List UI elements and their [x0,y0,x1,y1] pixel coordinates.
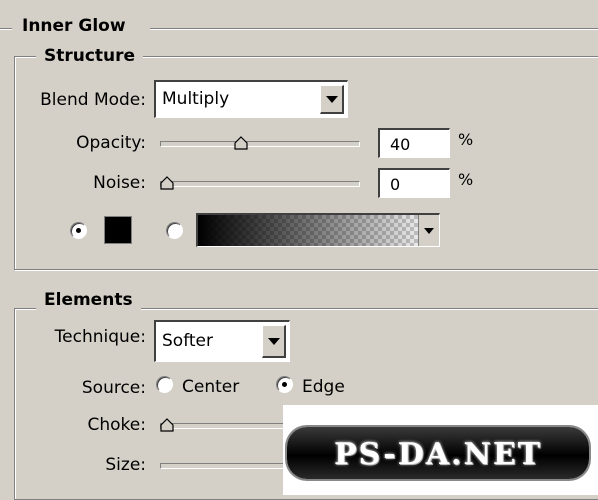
gradient-radio[interactable] [166,222,183,239]
chevron-down-icon[interactable] [418,215,439,246]
opacity-label: Opacity: [76,133,146,153]
choke-slider-thumb[interactable] [160,418,174,432]
glow-color-swatch[interactable] [104,216,132,244]
technique-select[interactable]: Softer [154,320,290,362]
opacity-input[interactable]: 40 [378,128,450,158]
blend-mode-select[interactable]: Multiply [154,80,348,118]
source-center-radio[interactable] [156,376,173,393]
radio-selected-dot [76,228,81,233]
source-edge-label[interactable]: Edge [302,377,345,397]
size-label: Size: [105,455,146,475]
elements-title: Elements [36,290,141,310]
header-rule-left [0,28,12,30]
source-label: Source: [81,378,146,398]
header-rule-right [150,28,598,30]
noise-slider-track[interactable] [160,181,360,187]
panel-title: Inner Glow [22,16,126,36]
opacity-value: 40 [390,135,411,154]
blend-mode-label: Blend Mode: [40,90,146,110]
noise-percent: % [458,170,474,189]
choke-label: Choke: [87,415,146,435]
watermark: PS-DA.NET [283,405,598,495]
source-center-label[interactable]: Center [182,377,239,397]
chevron-down-icon[interactable] [262,325,286,358]
opacity-percent: % [458,130,474,149]
technique-label: Technique: [54,327,146,347]
opacity-slider-thumb[interactable] [233,136,248,150]
solid-color-radio[interactable] [70,222,87,239]
opacity-slider-track[interactable] [160,141,360,147]
source-edge-radio[interactable] [276,376,293,393]
noise-slider-thumb[interactable] [160,176,174,190]
noise-label: Noise: [93,173,146,193]
technique-value: Softer [162,331,213,351]
structure-title: Structure [36,46,144,66]
chevron-down-icon[interactable] [320,85,344,114]
blend-mode-value: Multiply [162,89,230,109]
noise-value: 0 [390,175,401,194]
gradient-picker[interactable] [196,213,440,247]
watermark-text: PS-DA.NET [333,437,543,472]
radio-selected-dot [282,382,287,387]
noise-input[interactable]: 0 [378,168,450,198]
watermark-logo: PS-DA.NET [287,427,589,479]
